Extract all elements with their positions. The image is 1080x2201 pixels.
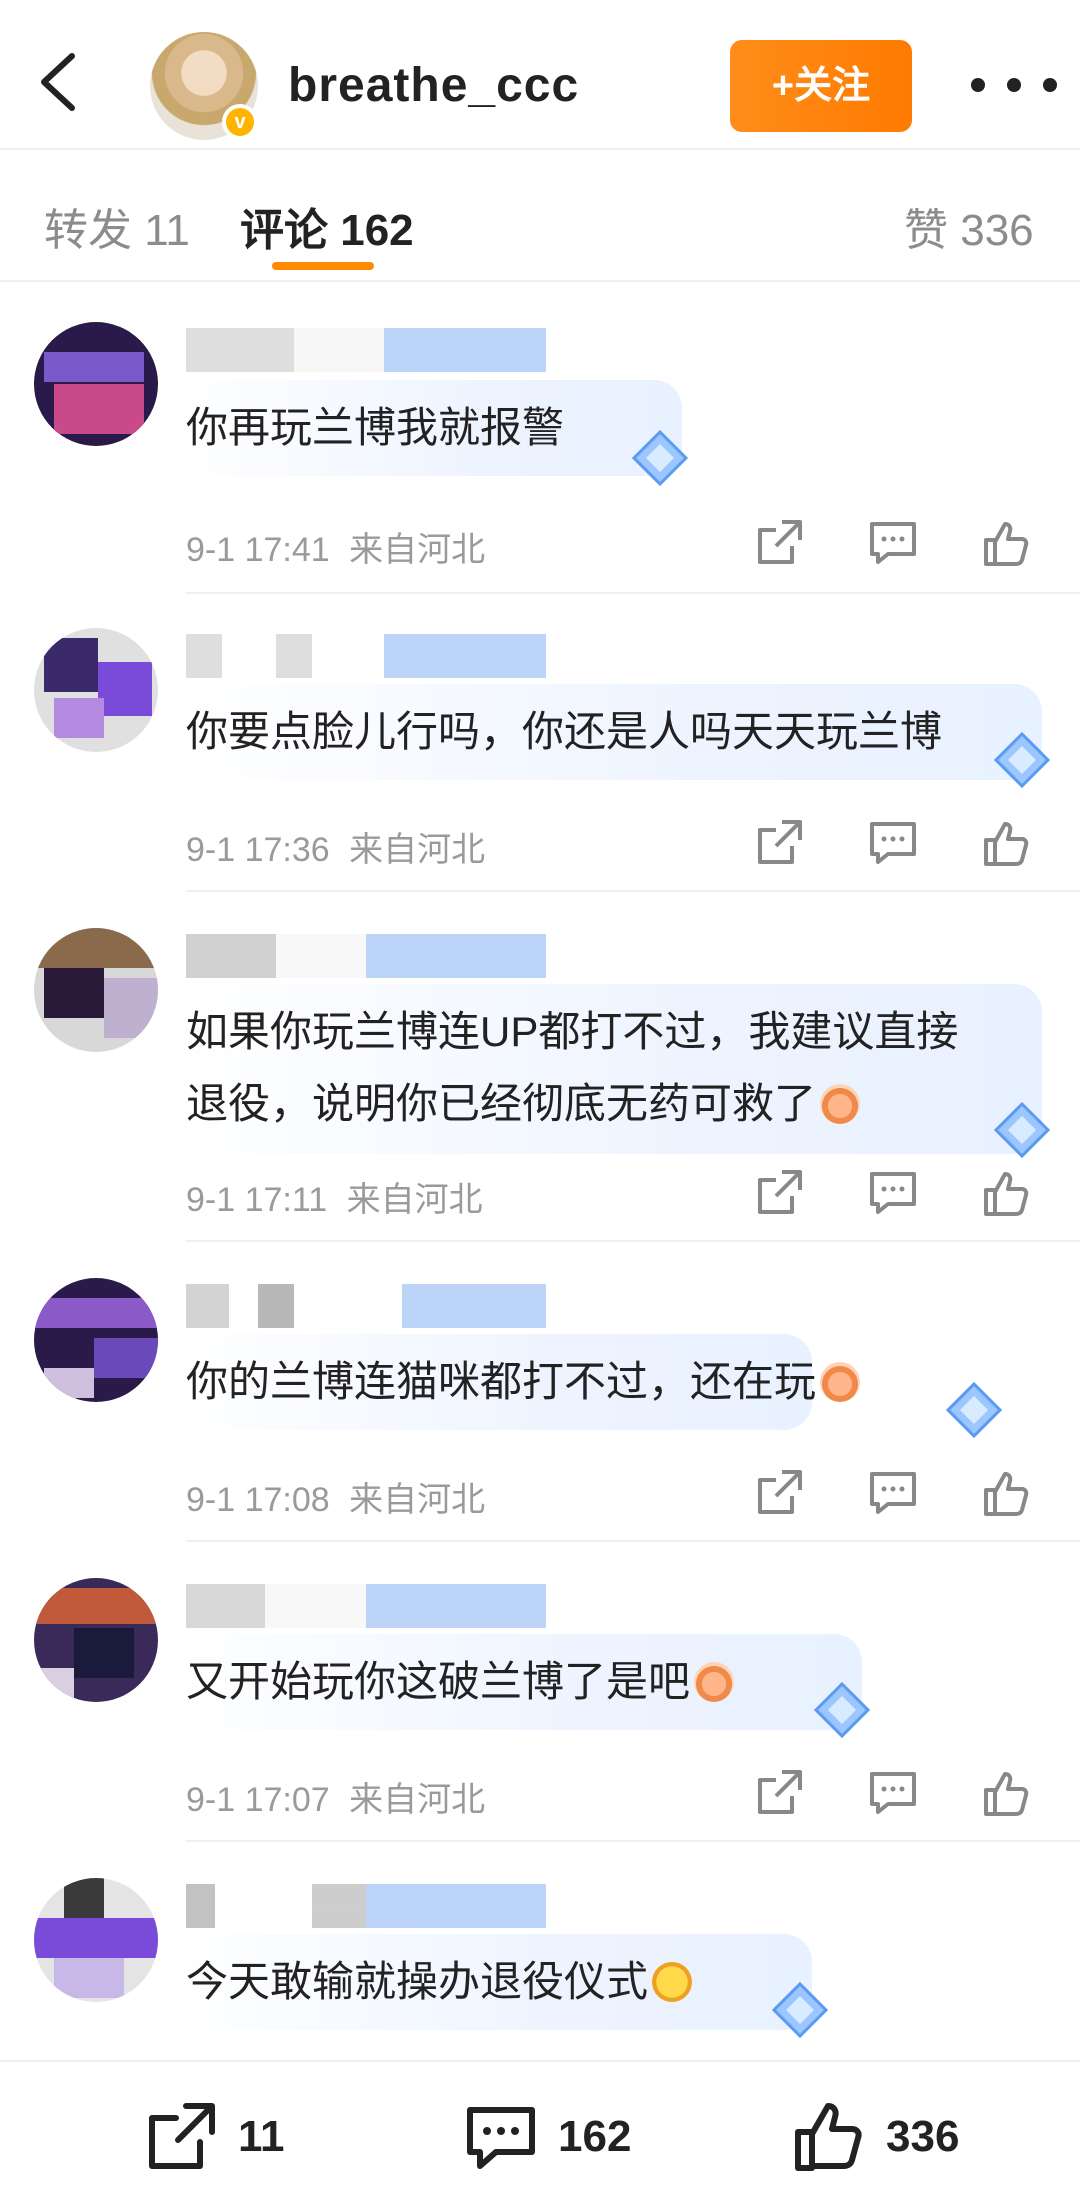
share-icon[interactable] — [752, 1766, 806, 1820]
tab-comments[interactable]: 评论 162 — [240, 194, 414, 258]
commenter-avatar[interactable] — [34, 1878, 158, 2002]
commenter-name-blurred[interactable] — [186, 934, 546, 978]
divider — [186, 1240, 1080, 1242]
active-tab-indicator — [272, 262, 374, 270]
laughing-emoji-icon — [820, 1084, 861, 1124]
comment-text-line-2-content: 退役，说明你已经彻底无药可救了 — [186, 1080, 817, 1127]
like-icon[interactable] — [980, 1466, 1034, 1520]
like-icon[interactable] — [980, 816, 1034, 870]
reply-icon[interactable] — [866, 816, 920, 870]
comment-location: 来自河北 — [346, 1181, 483, 1219]
comment-text-content: 今天敢输就操办退役仪式 — [186, 1958, 649, 2005]
laughing-emoji-icon — [820, 1362, 861, 1402]
comment-meta: 9-1 17:11 来自河北 — [186, 1172, 483, 1221]
divider — [186, 890, 1080, 892]
repost-icon — [149, 2103, 215, 2169]
comment-count: 162 — [558, 2112, 632, 2161]
like-icon[interactable] — [980, 1766, 1034, 1820]
commenter-name-blurred[interactable] — [186, 1284, 546, 1328]
diamond-badge-icon — [771, 1981, 829, 2039]
share-icon[interactable] — [752, 816, 806, 870]
commenter-avatar[interactable] — [34, 628, 158, 752]
diamond-badge-icon — [993, 1101, 1051, 1159]
comment-time: 9-1 17:11 — [186, 1181, 328, 1219]
comment-meta: 9-1 17:36 来自河北 — [186, 822, 485, 871]
thumbs-up-icon — [795, 2103, 862, 2171]
commenter-name-blurred[interactable] — [186, 1884, 546, 1928]
divider — [186, 1840, 1080, 1842]
comment-meta: 9-1 17:08 来自河北 — [186, 1472, 485, 1521]
tab-bar: 转发 11 评论 162 赞 336 — [0, 150, 1080, 282]
commenter-avatar[interactable] — [34, 1578, 158, 1702]
commenter-name-blurred[interactable] — [186, 634, 546, 678]
repost-count: 11 — [238, 2112, 285, 2161]
diamond-badge-icon — [631, 429, 689, 487]
comment-text: 你的兰博连猫咪都打不过，还在玩 — [186, 1346, 861, 1418]
repost-button[interactable]: 11 — [142, 2098, 322, 2178]
username[interactable]: breathe_ccc — [288, 58, 579, 113]
comment-text-content: 又开始玩你这破兰博了是吧 — [186, 1658, 691, 1705]
commenter-avatar[interactable] — [34, 928, 158, 1052]
reply-icon[interactable] — [866, 1166, 920, 1220]
comment-location: 来自河北 — [349, 1481, 486, 1519]
diamond-badge-icon — [945, 1381, 1003, 1439]
bottom-action-bar: 11 162 336 — [0, 2060, 1080, 2201]
comment-text: 你再玩兰博我就报警 — [186, 404, 565, 451]
comment-icon — [467, 2107, 535, 2169]
comment-time: 9-1 17:08 — [186, 1481, 330, 1519]
share-icon[interactable] — [752, 516, 806, 570]
comment-time: 9-1 17:36 — [186, 831, 330, 869]
divider — [186, 1540, 1080, 1542]
diamond-badge-icon — [993, 731, 1051, 789]
more-dots-icon[interactable] — [964, 70, 1064, 100]
like-icon[interactable] — [980, 516, 1034, 570]
commenter-name-blurred[interactable] — [186, 328, 546, 372]
comment-text-line-2: 退役，说明你已经彻底无药可救了 — [186, 1068, 861, 1140]
tab-reposts[interactable]: 转发 11 — [44, 194, 190, 258]
like-button[interactable]: 336 — [790, 2098, 1010, 2178]
commenter-name-blurred[interactable] — [186, 1584, 546, 1628]
commenter-avatar[interactable] — [34, 322, 158, 446]
verified-badge: v — [222, 104, 258, 140]
comment-meta: 9-1 17:07 来自河北 — [186, 1772, 485, 1821]
crying-laughing-emoji-icon — [652, 1962, 693, 2002]
comment-meta: 9-1 17:41 来自河北 — [186, 522, 485, 571]
like-icon[interactable] — [980, 1166, 1034, 1220]
comment-text: 你要点脸儿行吗，你还是人吗天天玩兰博 — [186, 708, 943, 755]
comment-text-content: 你的兰博连猫咪都打不过，还在玩 — [186, 1358, 817, 1405]
comment-button[interactable]: 162 — [462, 2098, 682, 2178]
reply-icon[interactable] — [866, 516, 920, 570]
share-icon[interactable] — [752, 1466, 806, 1520]
comment-time: 9-1 17:41 — [186, 531, 330, 569]
diamond-badge-icon — [813, 1681, 871, 1739]
comment-text-line-1: 如果你玩兰博连UP都打不过，我建议直接 — [186, 1008, 959, 1055]
comment-text: 今天敢输就操办退役仪式 — [186, 1946, 693, 2018]
comment-location: 来自河北 — [349, 831, 486, 869]
comment-time: 9-1 17:07 — [186, 1781, 330, 1819]
comment-location: 来自河北 — [349, 1781, 486, 1819]
tab-likes[interactable]: 赞 336 — [904, 194, 1034, 258]
share-icon[interactable] — [752, 1166, 806, 1220]
reply-icon[interactable] — [866, 1766, 920, 1820]
reply-icon[interactable] — [866, 1466, 920, 1520]
comment-location: 来自河北 — [349, 531, 486, 569]
follow-button[interactable]: +关注 — [730, 40, 912, 132]
comment-text: 又开始玩你这破兰博了是吧 — [186, 1646, 735, 1718]
divider — [186, 592, 1080, 594]
top-bar: v breathe_ccc +关注 — [0, 0, 1080, 150]
laughing-emoji-icon — [694, 1662, 735, 1702]
back-arrow-icon[interactable] — [36, 52, 80, 112]
like-count: 336 — [886, 2112, 960, 2161]
commenter-avatar[interactable] — [34, 1278, 158, 1402]
